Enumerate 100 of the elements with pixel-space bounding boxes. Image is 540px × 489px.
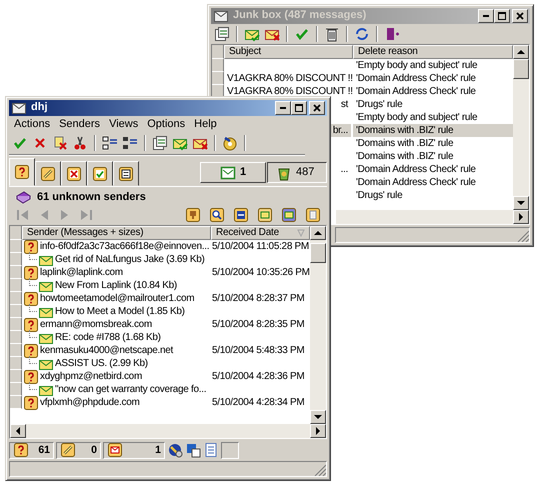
- received-date: 5/10/2004 4:28:34 PM: [211, 396, 306, 408]
- trash-icon[interactable]: [324, 26, 340, 42]
- sender-address[interactable]: kenmasuku4000@netscape.net: [40, 344, 174, 356]
- app-icon: [11, 100, 27, 116]
- table-cell-text: 'Domain Address Check' rule: [355, 72, 477, 85]
- maximize-button[interactable]: [291, 101, 307, 115]
- scrollbar[interactable]: [310, 226, 326, 424]
- globe-icon[interactable]: [167, 442, 183, 458]
- page-icon[interactable]: [203, 442, 219, 458]
- up-arrow-icon: [314, 231, 322, 235]
- scrollbar[interactable]: [336, 210, 529, 224]
- maximize-icon: [498, 12, 506, 20]
- column-header[interactable]: Subject: [224, 45, 353, 59]
- table-cell-text: 'Domains with .BIZ' rule: [355, 150, 454, 163]
- tab[interactable]: [87, 161, 113, 186]
- message-subject[interactable]: RE: code #I788 (1.68 Kb): [55, 332, 161, 344]
- list-box-icon: [118, 166, 134, 182]
- scroll-thumb[interactable]: [513, 59, 529, 79]
- minimize-icon: [483, 15, 489, 17]
- tab[interactable]: [35, 161, 61, 186]
- table-cell-text: 'Empty body and subject' rule: [355, 59, 478, 72]
- count: 0: [91, 444, 97, 456]
- scissors-icon[interactable]: [72, 135, 88, 151]
- list-arrow-icon[interactable]: [122, 135, 138, 151]
- maximize-button[interactable]: [494, 9, 510, 23]
- sender-address[interactable]: howtomeetamodel@mailrouter1.com: [40, 292, 194, 304]
- sender-address[interactable]: ermann@momsbreak.com: [40, 318, 152, 330]
- column-header[interactable]: Received Date: [211, 226, 310, 240]
- sender-address[interactable]: xdyghpmz@netbird.com: [40, 370, 142, 382]
- envelope-box-icon[interactable]: [281, 207, 297, 223]
- minimize-button[interactable]: [275, 101, 291, 115]
- close-button[interactable]: [512, 9, 528, 23]
- message-subject[interactable]: New From Laplink (10.84 Kb): [55, 280, 177, 292]
- received-date: 5/10/2004 8:28:37 PM: [211, 292, 306, 304]
- exit-icon[interactable]: [384, 26, 400, 42]
- list-arrow-icon[interactable]: [102, 135, 118, 151]
- sender-address[interactable]: info-6f0df2a3c73ac666f18e@einnoven...: [40, 240, 210, 252]
- documents-icon[interactable]: [152, 135, 168, 151]
- documents-icon[interactable]: [214, 26, 230, 42]
- table-cell-text: ...: [340, 163, 349, 176]
- scroll-down-button[interactable]: [513, 196, 529, 210]
- scrollbar[interactable]: [513, 45, 529, 210]
- pencil-icon: [40, 166, 56, 182]
- minimize-button[interactable]: [478, 9, 494, 23]
- table-cell-text: 'Domain Address Check' rule: [355, 176, 477, 189]
- app-icon: [213, 8, 229, 24]
- page-box-icon[interactable]: [305, 207, 321, 223]
- menu-item[interactable]: Views: [109, 118, 138, 132]
- tab[interactable]: [61, 161, 87, 186]
- table-cell-text: V1AGKRA 80% DISCOUNT !!: [226, 72, 354, 85]
- sender-address[interactable]: vfplxmh@phpdude.com: [40, 396, 140, 408]
- menu-item[interactable]: Help: [194, 118, 217, 132]
- message-subject[interactable]: ASSIST US. (2.99 Kb): [55, 358, 148, 370]
- envelope-box-icon[interactable]: [257, 207, 273, 223]
- scroll-right-button[interactable]: [310, 424, 326, 438]
- scrollbar[interactable]: [10, 424, 326, 438]
- received-date: 5/10/2004 4:28:36 PM: [211, 370, 306, 382]
- refresh-icon[interactable]: [354, 26, 370, 42]
- close-button[interactable]: [309, 101, 325, 115]
- scroll-right-button[interactable]: [513, 210, 529, 224]
- table-cell: br...: [330, 124, 351, 137]
- scroll-left-button[interactable]: [10, 424, 26, 438]
- question-icon: [23, 342, 39, 358]
- question-icon: [23, 264, 39, 280]
- column-header[interactable]: Sender (Messages + sizes): [22, 226, 211, 240]
- search-icon[interactable]: [209, 207, 225, 223]
- tab[interactable]: [9, 158, 35, 186]
- disc-icon[interactable]: [222, 135, 238, 151]
- sender-address[interactable]: laplink@laplink.com: [40, 266, 123, 278]
- up-arrow-icon: [517, 50, 525, 54]
- scroll-thumb[interactable]: [310, 243, 326, 263]
- check-box-icon: [92, 166, 108, 182]
- tab[interactable]: [113, 161, 139, 186]
- received-date: 5/10/2004 5:48:33 PM: [211, 344, 306, 356]
- inbox-button[interactable]: 1: [200, 162, 266, 183]
- table-cell: 'Domains with .BIZ' rule: [353, 124, 513, 137]
- list-box-icon[interactable]: [233, 207, 249, 223]
- menu-item[interactable]: Options: [147, 118, 186, 132]
- page-cross-icon[interactable]: [52, 135, 68, 151]
- table-cell-text: st: [340, 98, 350, 111]
- table-cell-text: 'Domain Address Check' rule: [355, 163, 477, 176]
- envelope-icon: [220, 164, 236, 180]
- scroll-down-button[interactable]: [310, 410, 326, 424]
- down-arrow-icon: [314, 415, 322, 419]
- resize-grip-icon[interactable]: [517, 230, 529, 242]
- column-header[interactable]: Delete reason: [353, 45, 513, 59]
- resize-grip-icon[interactable]: [314, 464, 326, 476]
- scroll-up-button[interactable]: [513, 45, 529, 59]
- menu-item[interactable]: Senders: [59, 118, 100, 132]
- message-subject[interactable]: Get rid of NaLfungus Jake (3.69 Kb): [55, 254, 205, 266]
- table-cell-text: V1AGKRA 80% DISCOUNT !!: [226, 85, 354, 98]
- menu-item[interactable]: Actions: [14, 118, 50, 132]
- message-subject[interactable]: How to Meet a Model (1.85 Kb): [55, 306, 185, 318]
- image-icon[interactable]: [185, 442, 201, 458]
- junk-button[interactable]: 487: [267, 162, 327, 183]
- question-icon: [23, 394, 39, 410]
- received-date: 5/10/2004 10:35:26 PM: [211, 266, 310, 278]
- message-subject[interactable]: "now can get warranty coverage fo...: [55, 384, 206, 396]
- scroll-up-button[interactable]: [310, 226, 326, 240]
- question-icon: [23, 290, 39, 306]
